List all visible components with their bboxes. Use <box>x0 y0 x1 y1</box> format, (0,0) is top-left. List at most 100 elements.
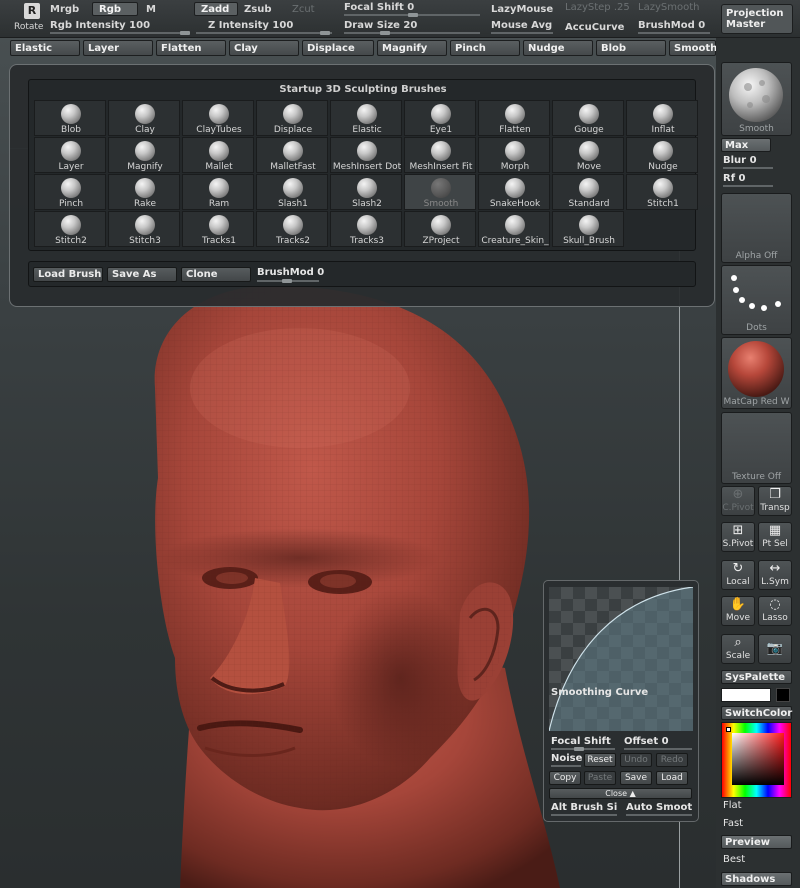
quick-brush-displace[interactable]: Displace <box>302 40 374 56</box>
curve-graph[interactable] <box>549 587 693 731</box>
snapshot-button[interactable]: 📷 <box>758 634 792 664</box>
quick-brush-blob[interactable]: Blob <box>596 40 666 56</box>
rgb-intensity-slider[interactable]: Rgb Intensity 100 <box>50 20 150 31</box>
brushmod-track[interactable] <box>638 32 710 34</box>
z-intensity-track[interactable] <box>196 32 332 34</box>
brush-ram[interactable]: Ram <box>182 174 254 210</box>
brush-stitch2[interactable]: Stitch2 <box>34 211 106 247</box>
mrgb-button[interactable]: Mrgb <box>50 4 79 15</box>
curve-copy-button[interactable]: Copy <box>549 771 581 785</box>
shadows-button[interactable]: Shadows <box>721 872 792 886</box>
curve-offset-slider[interactable]: Offset 0 <box>624 736 669 747</box>
rgb-button[interactable]: Rgb <box>92 2 138 16</box>
scale-button[interactable]: ⌕ Scale <box>721 634 755 664</box>
secondary-color-swatch[interactable] <box>776 688 790 702</box>
texture-tile[interactable]: Texture Off <box>721 412 792 484</box>
syspalette-button[interactable]: SysPalette <box>721 670 792 684</box>
ptsel-button[interactable]: ▦ Pt Sel <box>758 522 792 552</box>
brush-clay[interactable]: Clay <box>108 100 180 136</box>
brush-flatten[interactable]: Flatten <box>478 100 550 136</box>
color-picker-square[interactable] <box>732 733 784 785</box>
alpha-tile[interactable]: Alpha Off <box>721 193 792 263</box>
curve-paste-button[interactable]: Paste <box>584 771 616 785</box>
rf-slider[interactable]: Rf 0 <box>723 173 746 184</box>
brush-standard[interactable]: Standard <box>552 174 624 210</box>
draw-size-slider[interactable]: Draw Size 20 <box>344 20 417 31</box>
stroke-tile[interactable]: Dots <box>721 265 792 335</box>
brush-displace[interactable]: Displace <box>256 100 328 136</box>
brush-tracks2[interactable]: Tracks2 <box>256 211 328 247</box>
local-button[interactable]: ↻ Local <box>721 560 755 590</box>
max-button[interactable]: Max <box>721 138 771 152</box>
brush-nudge[interactable]: Nudge <box>626 137 698 173</box>
zadd-button[interactable]: Zadd <box>194 2 238 16</box>
quick-brush-layer[interactable]: Layer <box>83 40 153 56</box>
brush-eye1[interactable]: Eye1 <box>404 100 476 136</box>
alt-brush-track[interactable] <box>551 814 617 816</box>
current-brush-tile[interactable]: Smooth <box>721 62 792 136</box>
brush-slash1[interactable]: Slash1 <box>256 174 328 210</box>
projection-master-button[interactable]: Projection Master <box>721 4 793 34</box>
rotate-label[interactable]: Rotate <box>14 22 43 32</box>
brushmod-slider[interactable]: BrushMod 0 <box>638 20 705 31</box>
lazymouse-button[interactable]: LazyMouse <box>491 4 553 15</box>
material-tile[interactable]: MatCap Red W <box>721 337 792 409</box>
curve-load-button[interactable]: Load <box>656 771 688 785</box>
lasso-button[interactable]: ◌ Lasso <box>758 596 792 626</box>
brushmod-slider-palette[interactable]: BrushMod 0 <box>257 267 324 278</box>
focal-shift-slider[interactable]: Focal Shift 0 <box>344 2 414 13</box>
brush-tracks1[interactable]: Tracks1 <box>182 211 254 247</box>
spivot-button[interactable]: ⊞ S.Pivot <box>721 522 755 552</box>
draw-size-track[interactable] <box>344 32 480 34</box>
curve-focal-shift-knob[interactable] <box>574 747 584 751</box>
best-render-button[interactable]: Best <box>723 854 745 865</box>
blur-slider[interactable]: Blur 0 <box>723 155 757 166</box>
mouse-avg-track[interactable] <box>491 32 553 34</box>
brushmod-palette-knob[interactable] <box>282 279 292 283</box>
brush-move[interactable]: Move <box>552 137 624 173</box>
zsub-button[interactable]: Zsub <box>244 4 271 15</box>
zcut-button[interactable]: Zcut <box>292 4 315 15</box>
move-button[interactable]: ✋ Move <box>721 596 755 626</box>
alt-brush-size-toggle[interactable]: Alt Brush Si <box>551 802 617 813</box>
color-picker[interactable] <box>721 722 792 798</box>
curve-undo-button[interactable]: Undo <box>620 753 652 767</box>
z-intensity-slider[interactable]: Z Intensity 100 <box>208 20 293 31</box>
curve-focal-shift-slider[interactable]: Focal Shift <box>551 736 611 747</box>
brush-creature-skin[interactable]: Creature_Skin_ <box>478 211 550 247</box>
quick-brush-magnify[interactable]: Magnify <box>377 40 447 56</box>
brush-claytubes[interactable]: ClayTubes <box>182 100 254 136</box>
accucurve-button[interactable]: AccuCurve <box>565 22 624 33</box>
color-picker-cursor[interactable] <box>726 727 731 732</box>
curve-redo-button[interactable]: Redo <box>656 753 688 767</box>
rgb-intensity-track[interactable] <box>50 32 190 34</box>
brush-tracks3[interactable]: Tracks3 <box>330 211 402 247</box>
blur-track[interactable] <box>723 167 773 169</box>
switchcolor-button[interactable]: SwitchColor <box>721 706 792 720</box>
rotate-icon[interactable]: R <box>24 3 40 19</box>
brush-rake[interactable]: Rake <box>108 174 180 210</box>
quick-brush-smooth[interactable]: Smooth <box>669 40 717 56</box>
quick-brush-clay[interactable]: Clay <box>229 40 299 56</box>
quick-brush-pinch[interactable]: Pinch <box>450 40 520 56</box>
curve-save-button[interactable]: Save <box>620 771 652 785</box>
brush-stitch1[interactable]: Stitch1 <box>626 174 698 210</box>
save-as-button[interactable]: Save As <box>107 267 177 282</box>
curve-noise-slider[interactable]: Noise <box>551 753 582 764</box>
auto-smooth-track[interactable] <box>626 814 692 816</box>
clone-button[interactable]: Clone <box>181 267 251 282</box>
primary-color-swatch[interactable] <box>721 688 771 702</box>
brush-meshinsert-fit[interactable]: MeshInsert Fit <box>404 137 476 173</box>
brush-inflat[interactable]: Inflat <box>626 100 698 136</box>
curve-reset-button[interactable]: Reset <box>584 753 616 767</box>
m-button[interactable]: M <box>146 4 156 15</box>
brush-mallet[interactable]: Mallet <box>182 137 254 173</box>
lsym-button[interactable]: ↔ L.Sym <box>758 560 792 590</box>
transp-button[interactable]: ❐ Transp <box>758 486 792 516</box>
brush-zproject[interactable]: ZProject <box>404 211 476 247</box>
lazystep-slider[interactable]: LazyStep .25 <box>565 2 630 13</box>
brush-magnify[interactable]: Magnify <box>108 137 180 173</box>
lazysmooth-slider[interactable]: LazySmooth <box>638 2 699 13</box>
brush-morph[interactable]: Morph <box>478 137 550 173</box>
quick-brush-elastic[interactable]: Elastic <box>10 40 80 56</box>
